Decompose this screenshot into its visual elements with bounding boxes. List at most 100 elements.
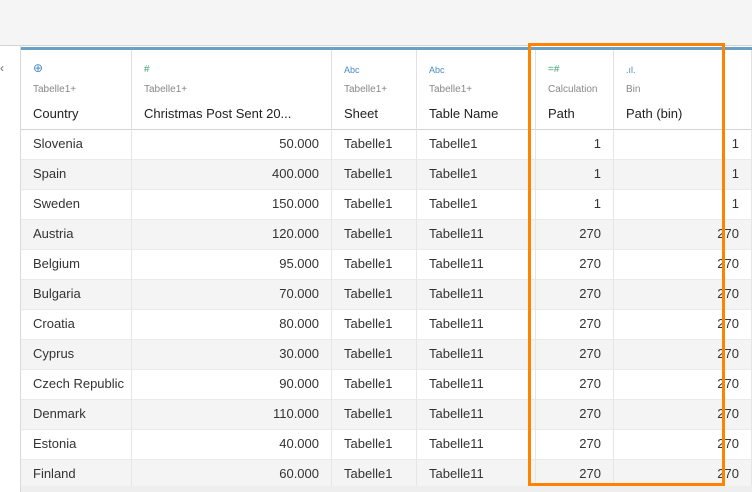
column-name[interactable]: Path: [548, 106, 610, 122]
cell-path-bin[interactable]: 270: [614, 340, 752, 370]
cell-table-name[interactable]: Tabelle11: [417, 370, 536, 400]
string-icon[interactable]: Abc: [344, 64, 360, 76]
cell-country[interactable]: Slovenia: [21, 130, 132, 160]
horizontal-scrollbar[interactable]: [21, 486, 752, 492]
table-row[interactable]: Croatia 80.000 Tabelle1 Tabelle11 270 270: [21, 310, 752, 340]
cell-sheet[interactable]: Tabelle1: [332, 280, 417, 310]
column-name[interactable]: Country: [33, 106, 128, 122]
column-name[interactable]: Table Name: [429, 106, 532, 122]
globe-icon[interactable]: ⊕: [33, 62, 43, 74]
table-row[interactable]: Czech Republic 90.000 Tabelle1 Tabelle11 270…: [21, 370, 752, 400]
cell-sheet[interactable]: Tabelle1: [332, 430, 417, 460]
column-name[interactable]: Path (bin): [626, 106, 748, 122]
cell-country[interactable]: Bulgaria: [21, 280, 132, 310]
cell-country[interactable]: Sweden: [21, 190, 132, 220]
column-header-sheet[interactable]: Abc Tabelle1+ Sheet: [332, 50, 417, 130]
table-row[interactable]: Belgium 95.000 Tabelle1 Tabelle11 270 270: [21, 250, 752, 280]
collapse-panel-icon[interactable]: ‹: [0, 60, 10, 76]
cell-table-name[interactable]: Tabelle11: [417, 430, 536, 460]
cell-table-name[interactable]: Tabelle1: [417, 160, 536, 190]
cell-table-name[interactable]: Tabelle11: [417, 340, 536, 370]
cell-path-bin[interactable]: 1: [614, 160, 752, 190]
table-row[interactable]: Cyprus 30.000 Tabelle1 Tabelle11 270 270: [21, 340, 752, 370]
column-name[interactable]: Sheet: [344, 106, 413, 122]
table-row[interactable]: Austria 120.000 Tabelle1 Tabelle11 270 270: [21, 220, 752, 250]
column-header-table-name[interactable]: Abc Tabelle1+ Table Name: [417, 50, 536, 130]
cell-sheet[interactable]: Tabelle1: [332, 370, 417, 400]
cell-christmas[interactable]: 70.000: [132, 280, 332, 310]
number-icon[interactable]: #: [144, 64, 150, 76]
cell-path-bin[interactable]: 270: [614, 280, 752, 310]
cell-christmas[interactable]: 150.000: [132, 190, 332, 220]
cell-christmas[interactable]: 40.000: [132, 430, 332, 460]
column-header-path[interactable]: =# Calculation Path: [536, 50, 614, 130]
column-source-label: Tabelle1+: [344, 84, 388, 95]
table-row[interactable]: Sweden 150.000 Tabelle1 Tabelle1 1 1: [21, 190, 752, 220]
column-source-label: Tabelle1+: [144, 84, 188, 95]
cell-country[interactable]: Denmark: [21, 400, 132, 430]
cell-path[interactable]: 270: [536, 400, 614, 430]
cell-christmas[interactable]: 95.000: [132, 250, 332, 280]
cell-table-name[interactable]: Tabelle11: [417, 280, 536, 310]
cell-sheet[interactable]: Tabelle1: [332, 190, 417, 220]
bin-icon[interactable]: .ıl.: [626, 64, 636, 76]
table-row[interactable]: Slovenia 50.000 Tabelle1 Tabelle1 1 1: [21, 130, 752, 160]
cell-path[interactable]: 1: [536, 160, 614, 190]
cell-sheet[interactable]: Tabelle1: [332, 250, 417, 280]
cell-christmas[interactable]: 50.000: [132, 130, 332, 160]
cell-country[interactable]: Croatia: [21, 310, 132, 340]
cell-path[interactable]: 1: [536, 130, 614, 160]
cell-sheet[interactable]: Tabelle1: [332, 310, 417, 340]
cell-christmas[interactable]: 400.000: [132, 160, 332, 190]
cell-country[interactable]: Cyprus: [21, 340, 132, 370]
cell-table-name[interactable]: Tabelle1: [417, 130, 536, 160]
cell-christmas[interactable]: 120.000: [132, 220, 332, 250]
cell-sheet[interactable]: Tabelle1: [332, 160, 417, 190]
column-header-path-bin[interactable]: .ıl. Bin Path (bin): [614, 50, 752, 130]
cell-country[interactable]: Belgium: [21, 250, 132, 280]
cell-country[interactable]: Spain: [21, 160, 132, 190]
cell-path-bin[interactable]: 270: [614, 400, 752, 430]
cell-path[interactable]: 270: [536, 310, 614, 340]
column-name[interactable]: Christmas Post Sent 20...: [144, 106, 328, 122]
cell-path[interactable]: 270: [536, 340, 614, 370]
table-row[interactable]: Denmark 110.000 Tabelle1 Tabelle11 270 270: [21, 400, 752, 430]
string-icon[interactable]: Abc: [429, 64, 445, 76]
cell-table-name[interactable]: Tabelle11: [417, 310, 536, 340]
table-row[interactable]: Bulgaria 70.000 Tabelle1 Tabelle11 270 270: [21, 280, 752, 310]
cell-sheet[interactable]: Tabelle1: [332, 400, 417, 430]
cell-table-name[interactable]: Tabelle11: [417, 220, 536, 250]
cell-path[interactable]: 270: [536, 430, 614, 460]
cell-path-bin[interactable]: 270: [614, 220, 752, 250]
cell-country[interactable]: Estonia: [21, 430, 132, 460]
cell-christmas[interactable]: 80.000: [132, 310, 332, 340]
cell-path-bin[interactable]: 270: [614, 430, 752, 460]
cell-christmas[interactable]: 30.000: [132, 340, 332, 370]
cell-sheet[interactable]: Tabelle1: [332, 220, 417, 250]
cell-path[interactable]: 1: [536, 190, 614, 220]
column-header-christmas[interactable]: # Tabelle1+ Christmas Post Sent 20...: [132, 50, 332, 130]
grid-header: ⊕ Tabelle1+ Country # Tabelle1+ Christmas Pos…: [21, 50, 752, 130]
cell-table-name[interactable]: Tabelle11: [417, 250, 536, 280]
cell-christmas[interactable]: 110.000: [132, 400, 332, 430]
table-row[interactable]: Estonia 40.000 Tabelle1 Tabelle11 270 270: [21, 430, 752, 460]
cell-christmas[interactable]: 90.000: [132, 370, 332, 400]
cell-path[interactable]: 270: [536, 220, 614, 250]
cell-sheet[interactable]: Tabelle1: [332, 340, 417, 370]
cell-table-name[interactable]: Tabelle1: [417, 190, 536, 220]
cell-sheet[interactable]: Tabelle1: [332, 130, 417, 160]
column-header-country[interactable]: ⊕ Tabelle1+ Country: [21, 50, 132, 130]
calculated-number-icon[interactable]: =#: [548, 64, 559, 76]
cell-country[interactable]: Czech Republic: [21, 370, 132, 400]
cell-table-name[interactable]: Tabelle11: [417, 400, 536, 430]
cell-path-bin[interactable]: 270: [614, 310, 752, 340]
cell-path-bin[interactable]: 270: [614, 250, 752, 280]
cell-path-bin[interactable]: 1: [614, 190, 752, 220]
cell-path[interactable]: 270: [536, 280, 614, 310]
table-row[interactable]: Spain 400.000 Tabelle1 Tabelle1 1 1: [21, 160, 752, 190]
cell-path-bin[interactable]: 270: [614, 370, 752, 400]
cell-country[interactable]: Austria: [21, 220, 132, 250]
cell-path[interactable]: 270: [536, 370, 614, 400]
cell-path-bin[interactable]: 1: [614, 130, 752, 160]
cell-path[interactable]: 270: [536, 250, 614, 280]
